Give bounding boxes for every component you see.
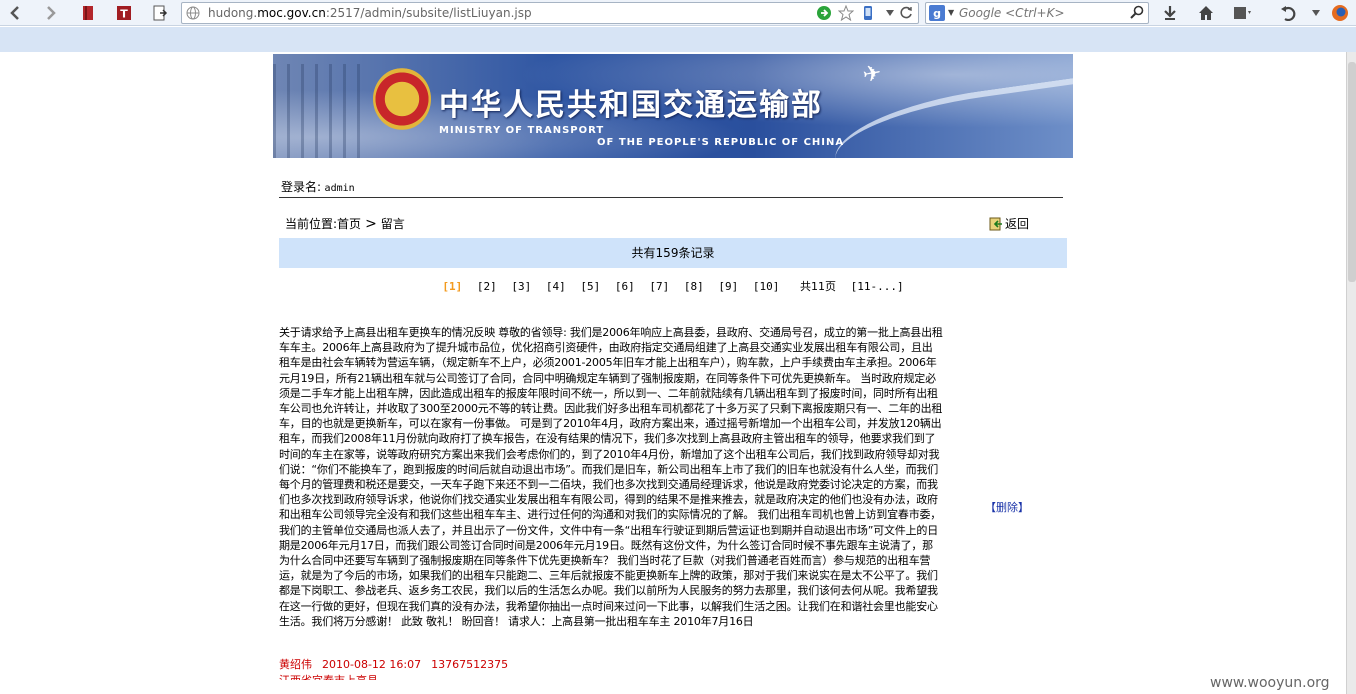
breadcrumb-separator: > bbox=[365, 216, 377, 232]
breadcrumb: 当前位置:首页 > 留言 bbox=[285, 215, 405, 232]
page-link-1[interactable]: [1] bbox=[442, 280, 462, 293]
addon-icon[interactable] bbox=[1232, 3, 1252, 23]
delete-link[interactable]: 【删除】 bbox=[985, 499, 1029, 515]
back-button[interactable]: 返回 bbox=[989, 215, 1029, 232]
scrollbar-thumb[interactable] bbox=[1348, 62, 1356, 282]
vertical-scrollbar[interactable] bbox=[1346, 52, 1356, 694]
back-arrow-icon[interactable] bbox=[6, 3, 26, 23]
url-text: hudong.moc.gov.cn:2517/admin/subsite/lis… bbox=[208, 6, 532, 20]
pagination: [1] [2] [3] [4] [5] [6] [7] [8] [9] [10]… bbox=[279, 278, 1067, 298]
login-label: 登录名: bbox=[281, 180, 322, 194]
banner-title-en-line1: MINISTRY OF TRANSPORT bbox=[439, 125, 605, 136]
page-link-9[interactable]: [9] bbox=[718, 280, 738, 293]
banner-title-en-line2: OF THE PEOPLE'S REPUBLIC OF CHINA bbox=[597, 137, 845, 148]
page-link-10[interactable]: [10] bbox=[753, 280, 780, 293]
dropdown-arrow-icon[interactable] bbox=[882, 5, 898, 21]
more-dropdown-icon[interactable] bbox=[1306, 3, 1326, 23]
national-emblem-icon bbox=[373, 68, 431, 130]
ministry-banner: ✈ 中华人民共和国交通运输部 MINISTRY OF TRANSPORT OF … bbox=[273, 54, 1073, 158]
download-icon[interactable] bbox=[1160, 3, 1180, 23]
search-box[interactable]: g ▼ bbox=[925, 2, 1149, 24]
message-body: 关于请求给予上高县出租车更换车的情况反映 尊敬的省领导: 我们是2006年响应上… bbox=[279, 326, 943, 628]
page-link-4[interactable]: [4] bbox=[546, 280, 566, 293]
breadcrumb-current: 留言 bbox=[380, 217, 405, 231]
mobile-icon[interactable] bbox=[860, 5, 876, 21]
google-icon[interactable]: g bbox=[929, 5, 945, 21]
engine-dropdown-icon[interactable]: ▼ bbox=[948, 8, 954, 17]
back-label: 返回 bbox=[1005, 217, 1030, 231]
login-user: admin bbox=[324, 183, 355, 194]
globe-icon bbox=[186, 6, 200, 20]
bookmarks-strip bbox=[0, 27, 1356, 52]
page-export-icon[interactable] bbox=[150, 3, 170, 23]
page-link-2[interactable]: [2] bbox=[477, 280, 497, 293]
reload-icon[interactable] bbox=[898, 5, 914, 21]
login-info: 登录名: admin bbox=[281, 178, 355, 195]
port-cranes-image bbox=[273, 64, 363, 158]
star-icon[interactable] bbox=[838, 5, 854, 21]
message-meta: 黄绍伟 2010-08-12 16:07 13767512375 bbox=[279, 656, 943, 672]
search-icon[interactable] bbox=[1130, 5, 1144, 22]
firefox-logo-icon[interactable] bbox=[1330, 3, 1350, 23]
svg-text:T: T bbox=[120, 8, 128, 21]
page-total: 共11页 bbox=[800, 280, 836, 293]
undo-icon[interactable] bbox=[1278, 3, 1298, 23]
message-datetime: 2010-08-12 16:07 bbox=[322, 658, 422, 671]
bookmark-red-icon[interactable] bbox=[78, 3, 98, 23]
page-link-8[interactable]: [8] bbox=[684, 280, 704, 293]
back-door-icon bbox=[989, 217, 1003, 231]
t-extension-icon[interactable]: T bbox=[114, 3, 134, 23]
divider bbox=[279, 197, 1063, 198]
watermark: www.wooyun.org bbox=[1210, 675, 1330, 691]
breadcrumb-home-link[interactable]: 首页 bbox=[337, 217, 361, 231]
forward-arrow-icon[interactable] bbox=[40, 3, 60, 23]
page-link-5[interactable]: [5] bbox=[580, 280, 600, 293]
record-count-bar: 共有159条记录 bbox=[279, 238, 1067, 268]
address-bar[interactable]: hudong.moc.gov.cn:2517/admin/subsite/lis… bbox=[181, 2, 919, 24]
page-link-7[interactable]: [7] bbox=[649, 280, 669, 293]
browser-toolbar: T hudong.moc.gov.cn:2517/admin/subsite/l… bbox=[0, 0, 1356, 26]
message-author: 黄绍伟 bbox=[279, 658, 312, 671]
page-link-3[interactable]: [3] bbox=[511, 280, 531, 293]
go-arrow-icon[interactable] bbox=[816, 5, 832, 21]
home-icon[interactable] bbox=[1196, 3, 1216, 23]
page-link-6[interactable]: [6] bbox=[615, 280, 635, 293]
page-link-next[interactable]: [11-...] bbox=[851, 280, 904, 293]
next-message-partial: 江西省宜春市上高县 bbox=[279, 672, 943, 680]
breadcrumb-label: 当前位置: bbox=[285, 217, 338, 231]
search-input[interactable] bbox=[959, 5, 1129, 21]
message-phone: 13767512375 bbox=[431, 658, 509, 671]
banner-title-cn: 中华人民共和国交通运输部 bbox=[439, 88, 823, 123]
main-content: 登录名: admin 当前位置:首页 > 留言 返回 共有159条记录 [1] [2… bbox=[279, 158, 1067, 694]
